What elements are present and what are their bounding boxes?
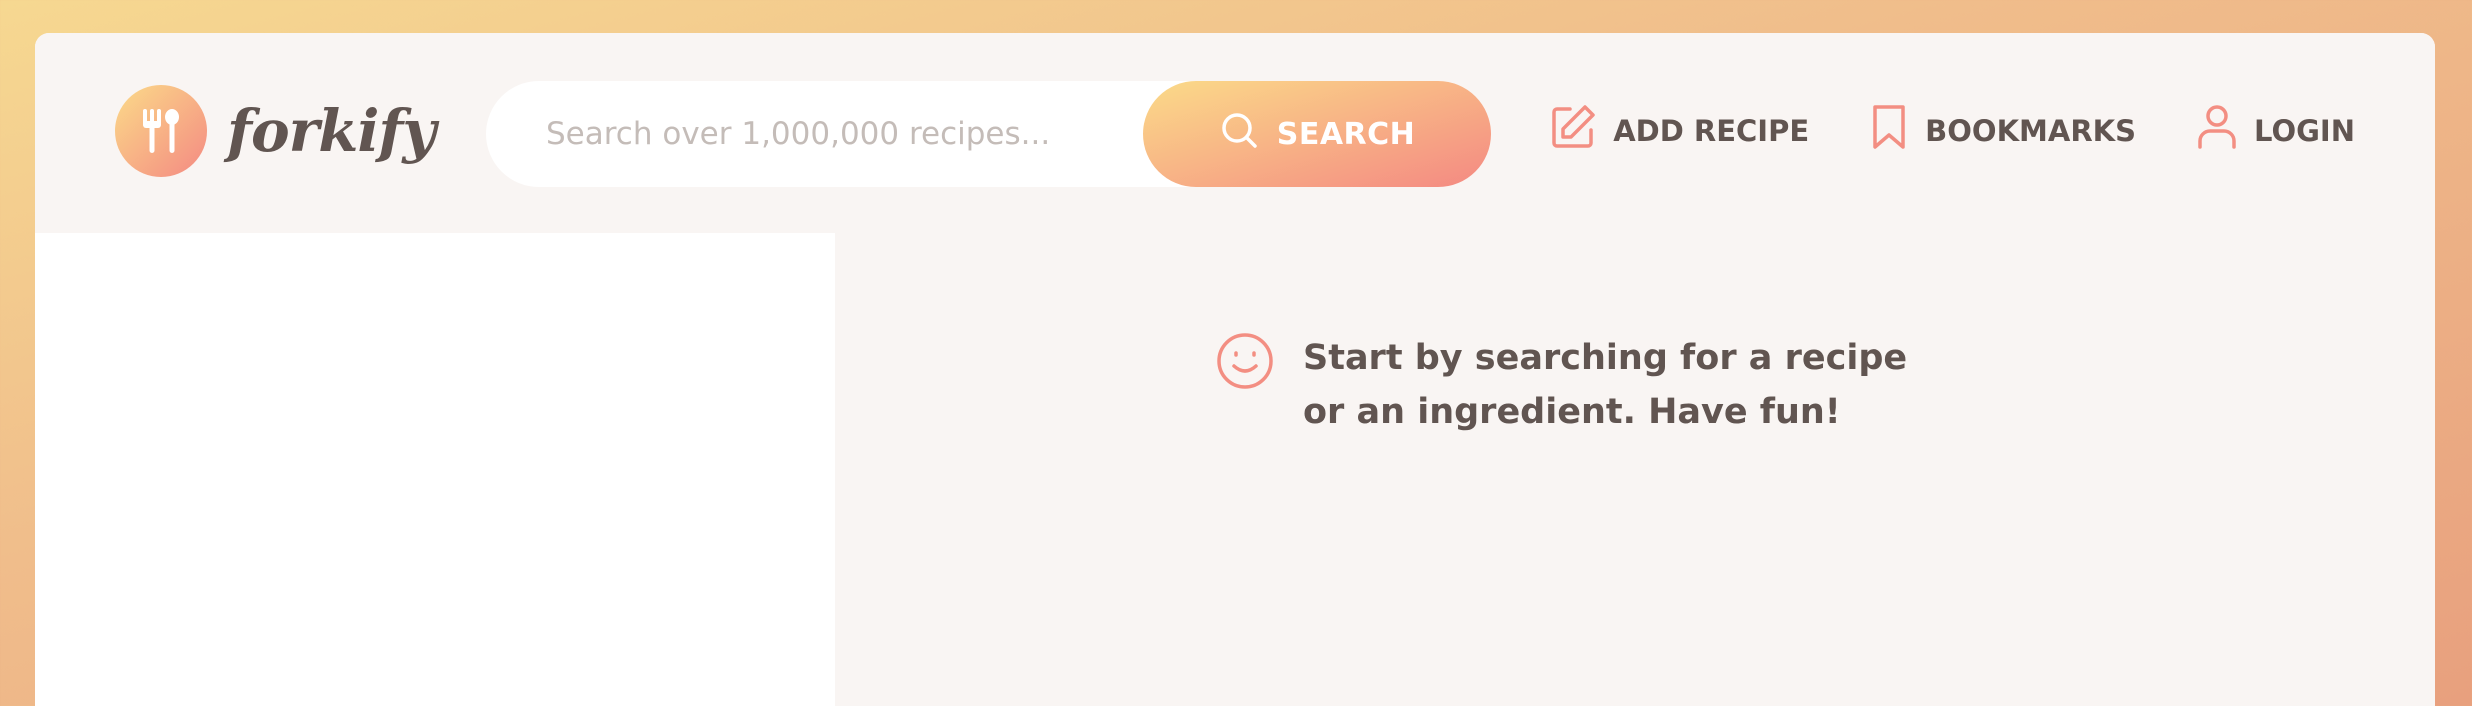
bookmark-icon (1869, 103, 1909, 158)
smile-icon (1215, 331, 1275, 395)
login-label: LOGIN (2254, 113, 2355, 148)
search-input[interactable] (546, 116, 1186, 152)
recipe-panel: Start by searching for a recipe or an in… (835, 233, 2435, 706)
add-recipe-button[interactable]: ADD RECIPE (1549, 103, 1809, 158)
start-message-text: Start by searching for a recipe or an in… (1303, 338, 1908, 432)
header: forkify SEARCH (35, 33, 2435, 233)
search-button[interactable]: SEARCH (1143, 81, 1491, 187)
search-button-label: SEARCH (1276, 116, 1416, 152)
add-recipe-label: ADD RECIPE (1613, 113, 1810, 148)
bookmarks-button[interactable]: BOOKMARKS (1869, 103, 2136, 158)
user-icon (2196, 103, 2238, 158)
fork-spoon-icon (115, 85, 207, 177)
search-form: SEARCH (486, 81, 1491, 187)
logo[interactable]: forkify (115, 85, 436, 177)
app-container: forkify SEARCH (35, 33, 2435, 706)
start-message: Start by searching for a recipe or an in… (1215, 331, 1953, 439)
logo-text: forkify (227, 97, 436, 165)
login-button[interactable]: LOGIN (2196, 103, 2355, 158)
edit-icon (1549, 103, 1597, 158)
bookmarks-label: BOOKMARKS (1925, 113, 2137, 148)
main-nav: ADD RECIPE BOOKMARKS LOGIN (1549, 103, 2355, 158)
search-results-panel (35, 233, 835, 706)
search-icon (1219, 110, 1259, 158)
